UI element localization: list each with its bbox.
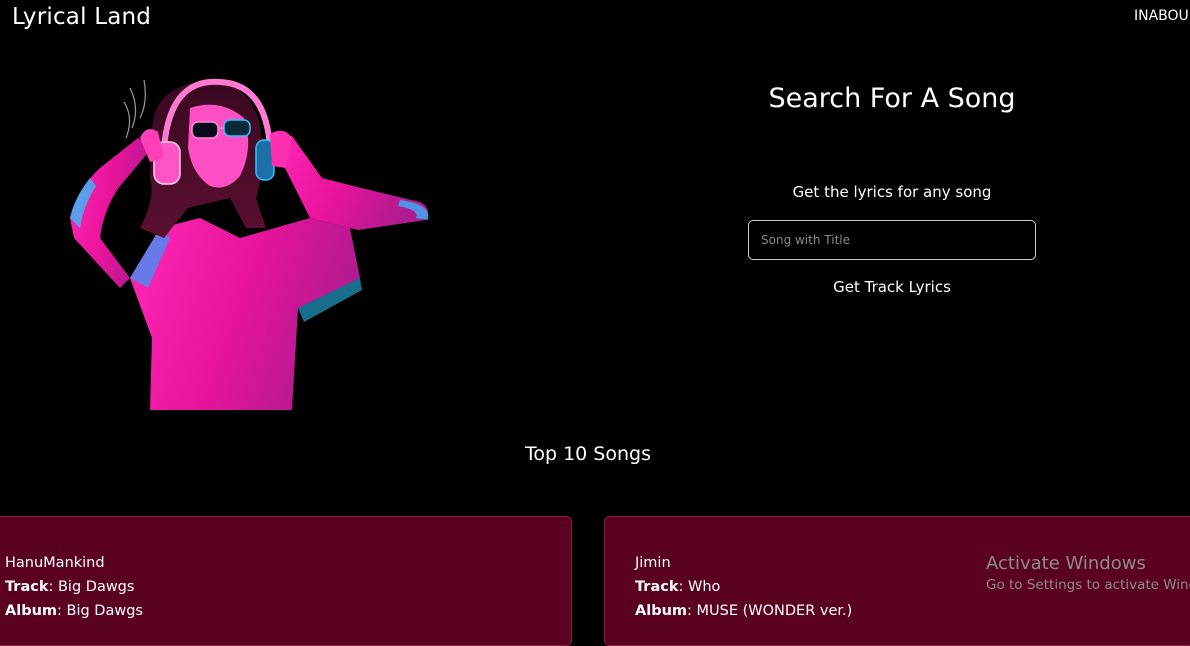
card-artist: HanuMankind xyxy=(5,555,105,571)
track-label: Track xyxy=(5,579,49,595)
card-album-row: Album: MUSE (WONDER ver.) xyxy=(635,603,853,619)
card-album: MUSE (WONDER ver.) xyxy=(696,603,853,619)
watermark-subtitle: Go to Settings to activate Windows. xyxy=(986,577,1190,593)
card-track-row: Track: Big Dawgs xyxy=(5,579,135,595)
album-label: Album xyxy=(635,603,688,619)
card-track: Big Dawgs xyxy=(57,579,135,595)
card-album: Big Dawgs xyxy=(66,603,143,619)
card-track: Who xyxy=(687,579,721,595)
hero-image xyxy=(70,78,429,410)
track-label: Track xyxy=(635,579,679,595)
get-track-lyrics-button[interactable]: Get Track Lyrics xyxy=(742,278,1042,296)
site-logo[interactable]: Lyrical Land xyxy=(12,4,151,30)
search-heading: Search For A Song xyxy=(768,83,1016,114)
song-search-input[interactable] xyxy=(748,220,1036,260)
nav-link-about[interactable]: INABOU xyxy=(1134,8,1189,24)
top-songs-heading: Top 10 Songs xyxy=(524,443,651,465)
album-label: Album xyxy=(5,603,58,619)
watermark-title: Activate Windows xyxy=(986,553,1146,574)
activate-windows-watermark: Activate Windows Go to Settings to activ… xyxy=(986,553,1190,595)
search-subtitle: Get the lyrics for any song xyxy=(792,183,992,201)
card-album-row: Album: Big Dawgs xyxy=(5,603,143,619)
